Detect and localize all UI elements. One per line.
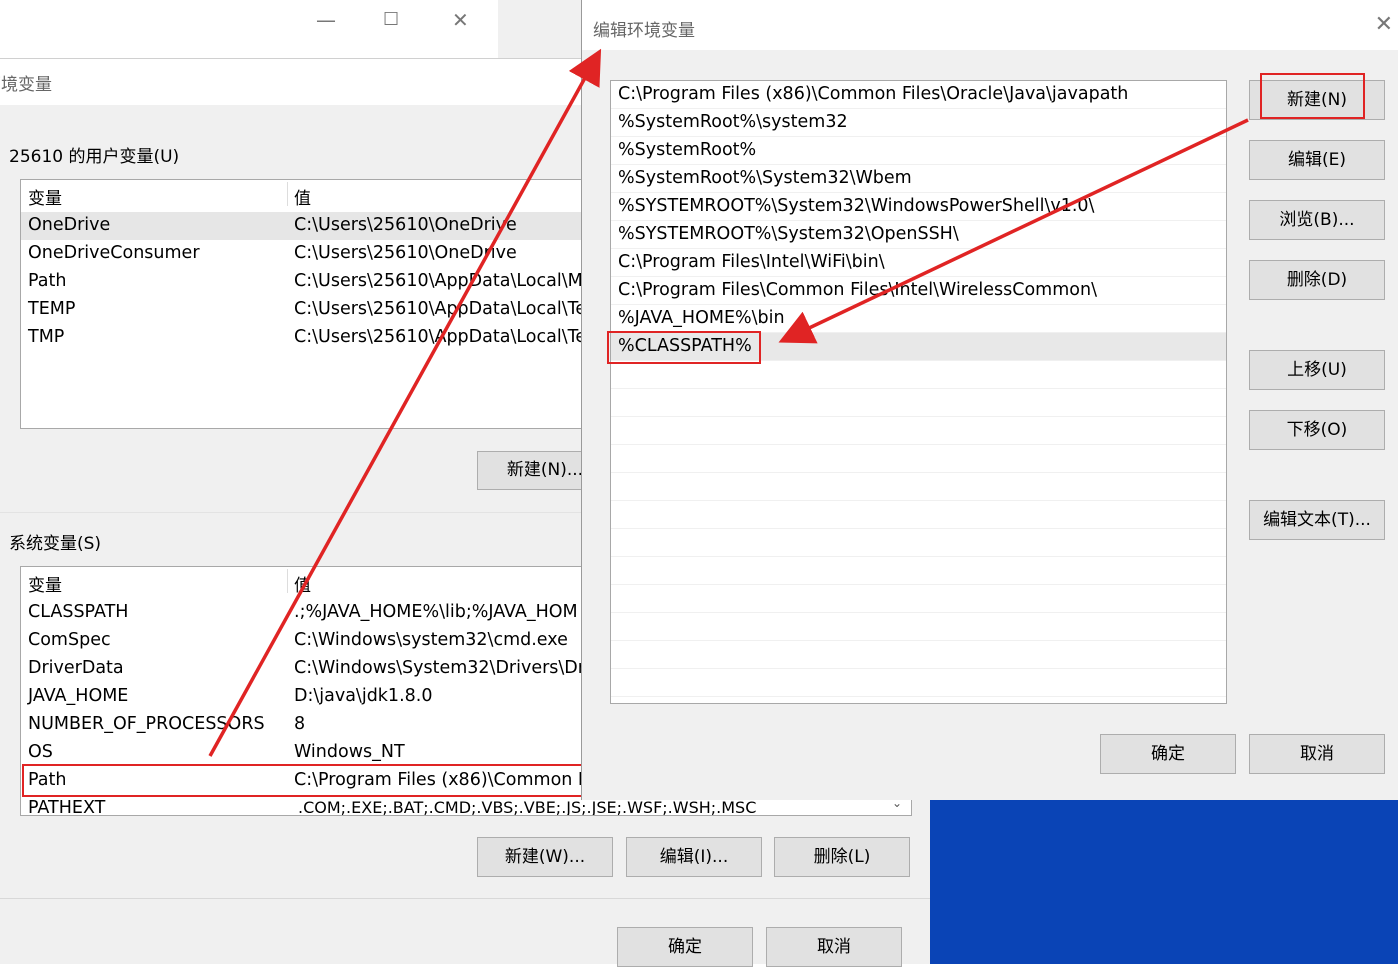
variable-name: NUMBER_OF_PROCESSORS — [28, 714, 265, 734]
list-item-empty[interactable] — [611, 389, 1226, 417]
list-item[interactable]: C:\Program Files\Common Files\Intel\Wire… — [611, 277, 1226, 305]
list-item[interactable]: %SYSTEMROOT%\System32\WindowsPowerShell\… — [611, 193, 1226, 221]
table-row[interactable]: OneDriveConsumer C:\Users\25610\OneDrive — [21, 240, 621, 268]
list-item[interactable]: C:\Program Files (x86)\Common Files\Orac… — [611, 81, 1226, 109]
delete-button[interactable]: 删除(D) — [1249, 260, 1385, 300]
move-down-button[interactable]: 下移(O) — [1249, 410, 1385, 450]
user-variables-list[interactable]: 变量 值 OneDrive C:\Users\25610\OneDrive On… — [20, 179, 622, 429]
table-row[interactable]: TMP C:\Users\25610\AppData\Local\Te — [21, 324, 621, 352]
dialog-cancel-button[interactable]: 取消 — [1249, 734, 1385, 774]
dialog-ok-button[interactable]: 确定 — [1100, 734, 1236, 774]
list-item[interactable]: %SystemRoot%\System32\Wbem — [611, 165, 1226, 193]
variable-value: C:\Users\25610\AppData\Local\Te — [294, 299, 587, 319]
list-item-empty[interactable] — [611, 557, 1226, 585]
variable-value: .;%JAVA_HOME%\lib;%JAVA_HOM — [294, 602, 578, 622]
variable-name: ComSpec — [28, 630, 111, 650]
table-row[interactable]: Path C:\Users\25610\AppData\Local\M — [21, 268, 621, 296]
list-item[interactable]: %JAVA_HOME%\bin — [611, 305, 1226, 333]
list-item[interactable]: %SystemRoot%\system32 — [611, 109, 1226, 137]
new-button[interactable]: 新建(N) — [1249, 80, 1385, 120]
list-item-empty[interactable] — [611, 417, 1226, 445]
table-row[interactable]: OneDrive C:\Users\25610\OneDrive — [21, 212, 621, 240]
variable-name: OS — [28, 742, 53, 762]
system-new-button[interactable]: 新建(W)... — [477, 837, 613, 877]
variable-value: C:\Program Files (x86)\Common F — [294, 770, 588, 790]
variable-value: Windows_NT — [294, 742, 405, 762]
variable-value: 8 — [294, 714, 306, 734]
variable-value: C:\Windows\System32\Drivers\Dr — [294, 658, 585, 678]
path-entry: %SYSTEMROOT%\System32\OpenSSH\ — [618, 224, 959, 244]
list-item[interactable]: %SystemRoot% — [611, 137, 1226, 165]
list-item-empty[interactable] — [611, 669, 1226, 697]
user-variables-label: 25610 的用户变量(U) — [9, 147, 180, 167]
path-entry: C:\Program Files\Intel\WiFi\bin\ — [618, 252, 885, 272]
path-entry: %SystemRoot%\System32\Wbem — [618, 168, 912, 188]
path-entry: %SystemRoot% — [618, 140, 757, 160]
dialog-title: 编辑环境变量 — [593, 21, 695, 41]
column-variable[interactable]: 变量 — [28, 571, 62, 596]
column-variable[interactable]: 变量 — [28, 184, 62, 209]
close-icon[interactable]: ✕ — [1375, 12, 1393, 37]
dialog-titlebar: 编辑环境变量 ✕ — [582, 0, 1398, 50]
env-ok-button[interactable]: 确定 — [617, 927, 753, 967]
path-entry: %JAVA_HOME%\bin — [618, 308, 785, 328]
env-window-title: 环境变量 — [0, 75, 52, 95]
env-cancel-button[interactable]: 取消 — [766, 927, 902, 967]
variable-name: TEMP — [28, 299, 76, 319]
list-item-empty[interactable] — [611, 585, 1226, 613]
variable-name: CLASSPATH — [28, 602, 129, 622]
edit-text-button[interactable]: 编辑文本(T)... — [1249, 500, 1385, 540]
edit-button[interactable]: 编辑(E) — [1249, 140, 1385, 180]
variable-name: TMP — [28, 327, 65, 347]
system-edit-button[interactable]: 编辑(I)... — [626, 837, 762, 877]
list-item-empty[interactable] — [611, 641, 1226, 669]
variable-value: C:\Windows\system32\cmd.exe — [294, 630, 568, 650]
variable-name: Path — [28, 271, 67, 291]
list-item-empty[interactable] — [611, 445, 1226, 473]
list-item-empty[interactable] — [611, 613, 1226, 641]
table-row[interactable]: TEMP C:\Users\25610\AppData\Local\Te — [21, 296, 621, 324]
column-separator — [287, 182, 288, 206]
column-value[interactable]: 值 — [294, 571, 311, 596]
list-item-empty[interactable] — [611, 473, 1226, 501]
variable-value: D:\java\jdk1.8.0 — [294, 686, 433, 706]
variable-name: OneDrive — [28, 215, 111, 235]
path-entries-list[interactable]: C:\Program Files (x86)\Common Files\Orac… — [610, 80, 1227, 704]
variable-name: DriverData — [28, 658, 124, 678]
list-item-empty[interactable] — [611, 501, 1226, 529]
variable-name: PATHEXT — [28, 798, 106, 816]
variable-value: .COM;.EXE;.BAT;.CMD;.VBS;.VBE;.JS;.JSE;.… — [298, 798, 757, 816]
browse-button[interactable]: 浏览(B)... — [1249, 200, 1385, 240]
footer-divider — [0, 898, 930, 899]
move-up-button[interactable]: 上移(U) — [1249, 350, 1385, 390]
variable-name: JAVA_HOME — [28, 686, 129, 706]
column-value[interactable]: 值 — [294, 184, 311, 209]
path-entry: C:\Program Files (x86)\Common Files\Orac… — [618, 84, 1129, 104]
variable-value: C:\Users\25610\OneDrive — [294, 243, 517, 263]
list-item-empty[interactable] — [611, 529, 1226, 557]
list-item[interactable]: C:\Program Files\Intel\WiFi\bin\ — [611, 249, 1226, 277]
path-entry: %CLASSPATH% — [618, 336, 752, 356]
path-entry: C:\Program Files\Common Files\Intel\Wire… — [618, 280, 1097, 300]
system-delete-button[interactable]: 删除(L) — [774, 837, 910, 877]
path-entry: %SYSTEMROOT%\System32\WindowsPowerShell\… — [618, 196, 1095, 216]
column-separator — [287, 569, 288, 593]
variable-value: C:\Users\25610\AppData\Local\Te — [294, 327, 587, 347]
list-item[interactable]: %SYSTEMROOT%\System32\OpenSSH\ — [611, 221, 1226, 249]
close-icon[interactable]: ✕ — [452, 8, 469, 32]
system-variables-label: 系统变量(S) — [9, 534, 102, 554]
edit-environment-variable-dialog: 编辑环境变量 ✕ C:\Program Files (x86)\Common F… — [581, 0, 1398, 800]
variable-value: C:\Users\25610\AppData\Local\M — [294, 271, 583, 291]
variable-name: Path — [28, 770, 67, 790]
variable-name: OneDriveConsumer — [28, 243, 200, 263]
list-header: 变量 值 — [21, 180, 621, 209]
list-item-empty[interactable] — [611, 361, 1226, 389]
list-item-selected[interactable]: %CLASSPATH% — [611, 333, 1226, 361]
parent-window-titlebar: — ☐ ✕ — [0, 0, 498, 58]
path-entry: %SystemRoot%\system32 — [618, 112, 848, 132]
minimize-icon[interactable]: — — [316, 8, 336, 32]
variable-value: C:\Users\25610\OneDrive — [294, 215, 517, 235]
maximize-icon[interactable]: ☐ — [383, 9, 399, 30]
